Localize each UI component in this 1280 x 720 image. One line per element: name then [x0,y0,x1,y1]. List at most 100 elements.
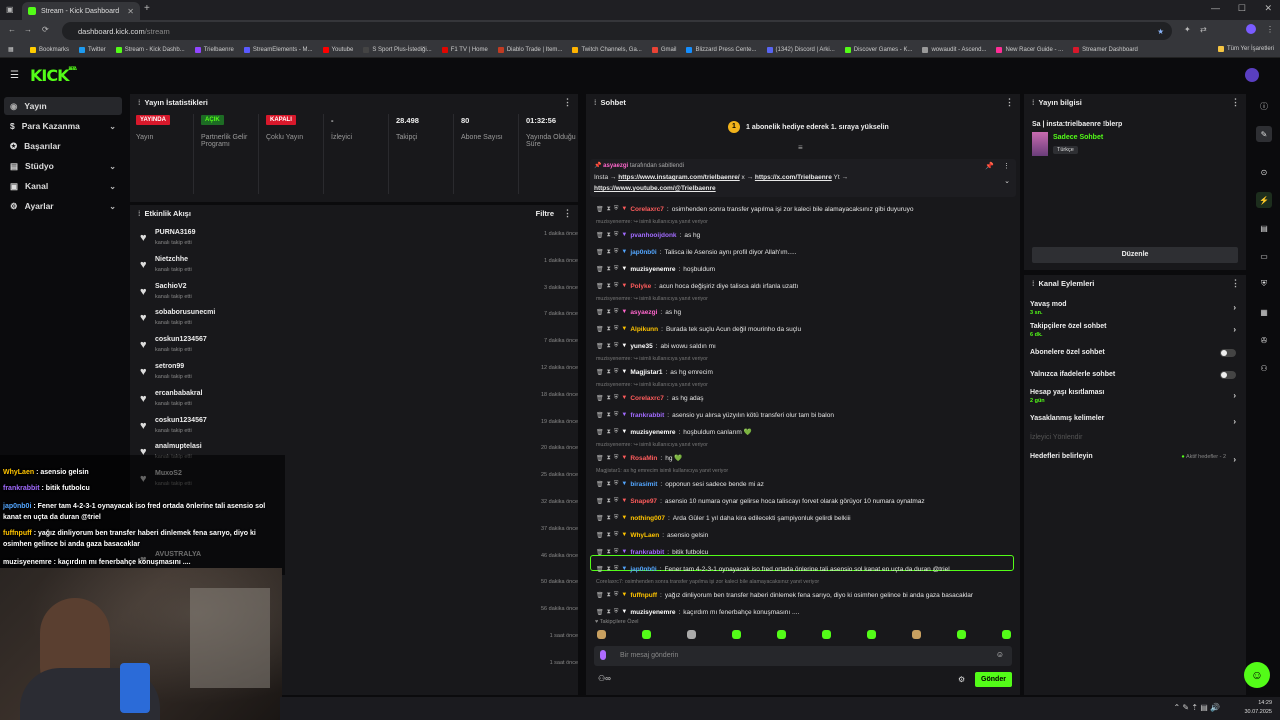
edit-icon[interactable]: ✎ [1256,126,1272,142]
drag-handle-icon[interactable]: ⁞ [138,98,141,107]
extension-icon[interactable]: ✦ [1184,25,1191,34]
unpin-icon[interactable]: 📌 [985,162,994,170]
ban-icon[interactable]: ⛨ [614,549,619,556]
chat-username[interactable]: muzisyenemre [630,609,675,616]
timeout-icon[interactable]: ⧗ [607,369,611,376]
delete-icon[interactable]: 🗑 [596,549,604,556]
bookmark-item[interactable]: wowaudit - Ascend... [922,46,986,53]
panel-menu-icon[interactable]: ⋮ [563,97,572,108]
timeout-icon[interactable]: ⧗ [607,309,611,316]
activity-username[interactable]: PURNA3169 [155,229,195,236]
timeout-icon[interactable]: ⧗ [607,395,611,402]
chat-bubble-icon[interactable]: ▭ [1256,248,1272,264]
file-icon[interactable]: ▤ [1256,220,1272,236]
emote-icon[interactable] [642,630,651,639]
ban-icon[interactable]: ⛨ [614,455,619,462]
ban-icon[interactable]: ⛨ [614,266,619,273]
chat-username[interactable]: muzisyenemre [630,429,675,436]
ban-icon[interactable]: ⛨ [614,412,619,419]
ban-icon[interactable]: ⛨ [614,532,619,539]
activity-username[interactable]: sobaborusunecmi [155,309,215,316]
bookmark-item[interactable]: Gmail [651,46,676,53]
timeout-icon[interactable]: ⧗ [607,429,611,436]
category-link[interactable]: Sadece Sohbet [1053,134,1103,141]
chat-username[interactable]: fuffnpuff [630,592,657,599]
chat-username[interactable]: Magjistar1 [630,369,662,376]
delete-icon[interactable]: 🗑 [596,369,604,376]
ban-icon[interactable]: ⛨ [614,326,619,333]
youtube-link[interactable]: https://www.youtube.com/@Trielbaenre [594,185,716,192]
emote-icon[interactable] [957,630,966,639]
emote-icon[interactable] [732,630,741,639]
browser-menu-dots-icon[interactable]: ⋮ [1266,25,1274,34]
forward-icon[interactable]: → [24,25,32,34]
browser-menu-icon[interactable]: ▣ [6,5,16,15]
delete-icon[interactable]: 🗑 [596,343,604,350]
delete-icon[interactable]: 🗑 [596,498,604,505]
sidebar-item-kanal[interactable]: ▣ Kanal ⌄ [4,177,122,195]
panel-menu-icon[interactable]: ⋮ [1005,97,1014,108]
delete-icon[interactable]: 🗑 [596,455,604,462]
activity-username[interactable]: ercanbabakral [155,390,202,397]
timeout-icon[interactable]: ⧗ [607,481,611,488]
ban-icon[interactable]: ⛨ [614,369,619,376]
chat-tools-icon[interactable]: ⚇∞ [598,674,611,683]
delete-icon[interactable]: 🗑 [596,609,604,616]
emote-icon[interactable] [597,630,606,639]
x-link[interactable]: https://x.com/Trielbaenre [755,174,832,181]
delete-icon[interactable]: 🗑 [596,566,604,573]
delete-icon[interactable]: 🗑 [596,326,604,333]
chat-username[interactable]: Alpikunn [630,326,658,333]
camera-icon[interactable]: ⊙ [1256,164,1272,180]
chat-username[interactable]: CoreIaxrc7 [630,206,664,213]
shield-icon[interactable]: ⛨ [1256,276,1272,292]
delete-icon[interactable]: 🗑 [596,481,604,488]
ban-icon[interactable]: ⛨ [614,343,619,350]
ban-icon[interactable]: ⛨ [614,283,619,290]
activity-username[interactable]: coskun1234567 [155,336,207,343]
ban-icon[interactable]: ⛨ [614,309,619,316]
channel-action-row[interactable]: İzleyici Yönlendir [1030,434,1240,441]
chat-username[interactable]: birasimit [630,481,657,488]
url-field[interactable]: dashboard.kick.com/stream ★ [62,22,1172,40]
chat-username[interactable]: WhyLaen [630,532,659,539]
chat-username[interactable]: frankrabbit [630,412,664,419]
expand-icon[interactable]: ≡ [798,143,803,152]
bookmark-item[interactable]: Twitch Channels, Ga... [572,46,642,53]
translate-icon[interactable]: ⇄ [1200,25,1207,34]
delete-icon[interactable]: 🗑 [596,206,604,213]
filter-button[interactable]: Filtre [536,209,554,218]
toggle-switch[interactable] [1220,349,1236,357]
channel-action-row[interactable]: Hesap yaşı kısıtlaması 2 gün › [1030,389,1240,404]
chat-username[interactable]: jap0nb0i [630,249,656,256]
emote-icon[interactable] [687,630,696,639]
bookmark-item[interactable]: Trielbaenre [194,46,234,53]
timeout-icon[interactable]: ⧗ [607,609,611,616]
chat-username[interactable]: pvanhooijdonk [630,232,676,239]
activity-username[interactable]: SachioV2 [155,283,187,290]
bookmark-item[interactable]: StreamElements - M... [243,46,313,53]
timeout-icon[interactable]: ⧗ [607,455,611,462]
pinned-menu-icon[interactable]: ⋮ [1003,162,1010,170]
drag-handle-icon[interactable]: ⁞ [1032,98,1035,107]
channel-action-row[interactable]: Takipçilere özel sohbet 6 dk. › [1030,323,1240,338]
minimize-icon[interactable]: — [1211,3,1220,13]
chat-username[interactable]: CoreIaxrc7 [630,395,664,402]
drag-handle-icon[interactable]: ⁞ [138,209,141,218]
share-icon[interactable]: ⚇ [1256,360,1272,376]
timeout-icon[interactable]: ⧗ [607,266,611,273]
chat-settings-icon[interactable]: ⚙ [958,675,965,684]
drag-handle-icon[interactable]: ⁞ [1032,279,1035,288]
emote-icon[interactable] [777,630,786,639]
bookmark-item[interactable]: Bookmarks [30,46,69,53]
sidebar-item-studyo[interactable]: ▤ Stüdyo ⌄ [4,157,122,175]
ban-icon[interactable]: ⛨ [614,498,619,505]
bookmark-item[interactable]: Diablo Trade | Item... [497,46,562,53]
chat-username[interactable]: yune35 [630,343,652,350]
ban-icon[interactable]: ⛨ [614,481,619,488]
pinned-by-user[interactable]: asyaezgi [603,163,628,169]
chevron-down-icon[interactable]: ⌄ [1004,177,1010,185]
chat-username[interactable]: Polyke [630,283,651,290]
timeout-icon[interactable]: ⧗ [607,232,611,239]
instagram-link[interactable]: https://www.instagram.com/trielbaenre/ [618,174,739,181]
